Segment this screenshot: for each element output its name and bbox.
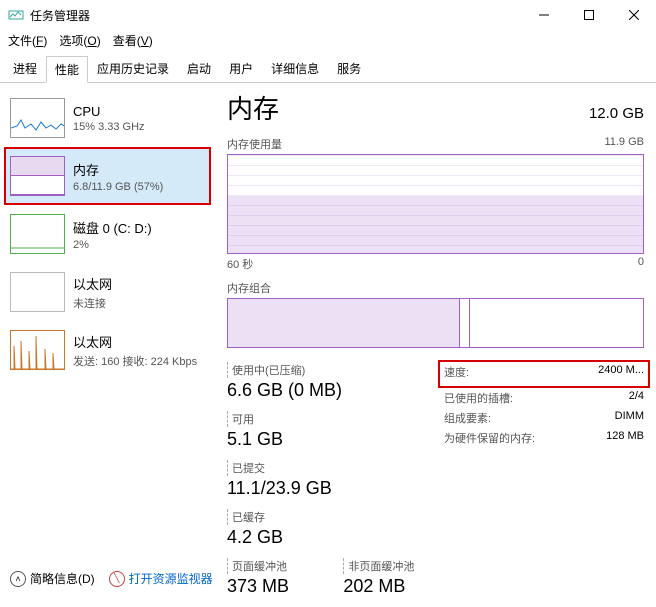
page-title: 内存 [227,89,279,126]
tab-performance[interactable]: 性能 [46,56,88,83]
usage-label: 内存使用量 [227,136,282,152]
memory-usage-chart[interactable] [227,154,644,254]
paged-value: 373 MB [227,576,332,597]
sidebar-item-label: CPU [73,104,205,119]
sidebar-item-label: 以太网 [73,332,205,351]
footer: ˄ 简略信息(D) ╲ 打开资源监视器 [10,570,213,587]
menubar: 文件(F) 选项(O) 查看(V) [0,30,656,51]
menu-options[interactable]: 选项(O) [59,32,100,49]
disk-thumb [10,214,65,254]
cached-label: 已缓存 [227,509,307,525]
sidebar-item-ethernet-2[interactable]: 以太网 发送: 160 接收: 224 Kbps [4,321,211,379]
sidebar-item-sub: 未连接 [73,295,205,311]
tab-services[interactable]: 服务 [328,55,370,82]
paged-label: 页面缓冲池 [227,558,332,574]
sidebar-item-disk[interactable]: 磁盘 0 (C: D:) 2% [4,205,211,263]
menu-view[interactable]: 查看(V) [113,32,153,49]
nonpaged-label: 非页面缓冲池 [343,558,414,574]
chevron-up-icon: ˄ [10,571,26,587]
form-value: DIMM [615,410,644,426]
reserved-label: 为硬件保留的内存: [444,430,535,446]
memory-thumb [10,156,65,196]
speed-label: 速度: [444,364,469,380]
sidebar-item-ethernet-1[interactable]: 以太网 未连接 [4,263,211,321]
maximize-button[interactable] [566,0,611,30]
tab-startup[interactable]: 启动 [178,55,220,82]
fewer-details-label: 简略信息(D) [30,570,95,587]
in-use-value: 6.6 GB (0 MB) [227,380,377,401]
speed-value: 2400 M... [598,364,644,380]
sidebar: CPU 15% 3.33 GHz 内存 6.8/11.9 GB (57%) 磁盘… [0,83,215,587]
resmon-icon: ╲ [109,571,125,587]
hardware-info: 速度: 2400 M... 已使用的插槽: 2/4 组成要素: DIMM 为硬件… [444,362,644,607]
cached-value: 4.2 GB [227,527,307,548]
slots-label: 已使用的插槽: [444,390,513,406]
window-controls [521,0,656,30]
open-resmon-link[interactable]: ╲ 打开资源监视器 [109,570,213,587]
sidebar-item-sub: 6.8/11.9 GB (57%) [73,181,205,193]
stats: 使用中(已压缩) 6.6 GB (0 MB) 可用 5.1 GB 已提交 11.… [227,362,644,607]
main-panel: 内存 12.0 GB 内存使用量 11.9 GB 60 秒 0 内存组合 使用中… [215,83,656,587]
composition-label: 内存组合 [227,280,271,296]
app-icon [8,7,24,23]
committed-value: 11.1/23.9 GB [227,478,377,499]
menu-file[interactable]: 文件(F) [8,32,47,49]
titlebar: 任务管理器 [0,0,656,30]
tab-app-history[interactable]: 应用历史记录 [88,55,178,82]
minimize-button[interactable] [521,0,566,30]
content: CPU 15% 3.33 GHz 内存 6.8/11.9 GB (57%) 磁盘… [0,83,656,587]
memory-total: 12.0 GB [589,105,644,122]
ethernet-thumb [10,272,65,312]
sidebar-item-label: 内存 [73,160,205,179]
cpu-thumb [10,98,65,138]
slots-value: 2/4 [629,390,644,406]
sidebar-item-cpu[interactable]: CPU 15% 3.33 GHz [4,89,211,147]
axis-left: 60 秒 [227,256,253,272]
reserved-value: 128 MB [606,430,644,446]
sidebar-item-sub: 2% [73,239,205,251]
nonpaged-value: 202 MB [343,576,414,597]
tab-details[interactable]: 详细信息 [262,55,328,82]
axis-right: 0 [638,256,644,272]
memory-composition-chart[interactable] [227,298,644,348]
tab-processes[interactable]: 进程 [4,55,46,82]
sidebar-item-label: 以太网 [73,274,205,293]
in-use-label: 使用中(已压缩) [227,362,377,378]
tab-users[interactable]: 用户 [220,55,262,82]
fewer-details-button[interactable]: ˄ 简略信息(D) [10,570,95,587]
close-button[interactable] [611,0,656,30]
sidebar-item-label: 磁盘 0 (C: D:) [73,218,205,237]
sidebar-item-sub: 15% 3.33 GHz [73,121,205,133]
committed-label: 已提交 [227,460,377,476]
window-title: 任务管理器 [30,7,521,24]
sidebar-item-memory[interactable]: 内存 6.8/11.9 GB (57%) [4,147,211,205]
tabbar: 进程 性能 应用历史记录 启动 用户 详细信息 服务 [0,55,656,83]
available-value: 5.1 GB [227,429,307,450]
available-label: 可用 [227,411,307,427]
sidebar-item-sub: 发送: 160 接收: 224 Kbps [73,353,205,369]
form-label: 组成要素: [444,410,491,426]
usage-max: 11.9 GB [604,136,644,152]
open-resmon-label: 打开资源监视器 [129,570,213,587]
ethernet-thumb [10,330,65,370]
